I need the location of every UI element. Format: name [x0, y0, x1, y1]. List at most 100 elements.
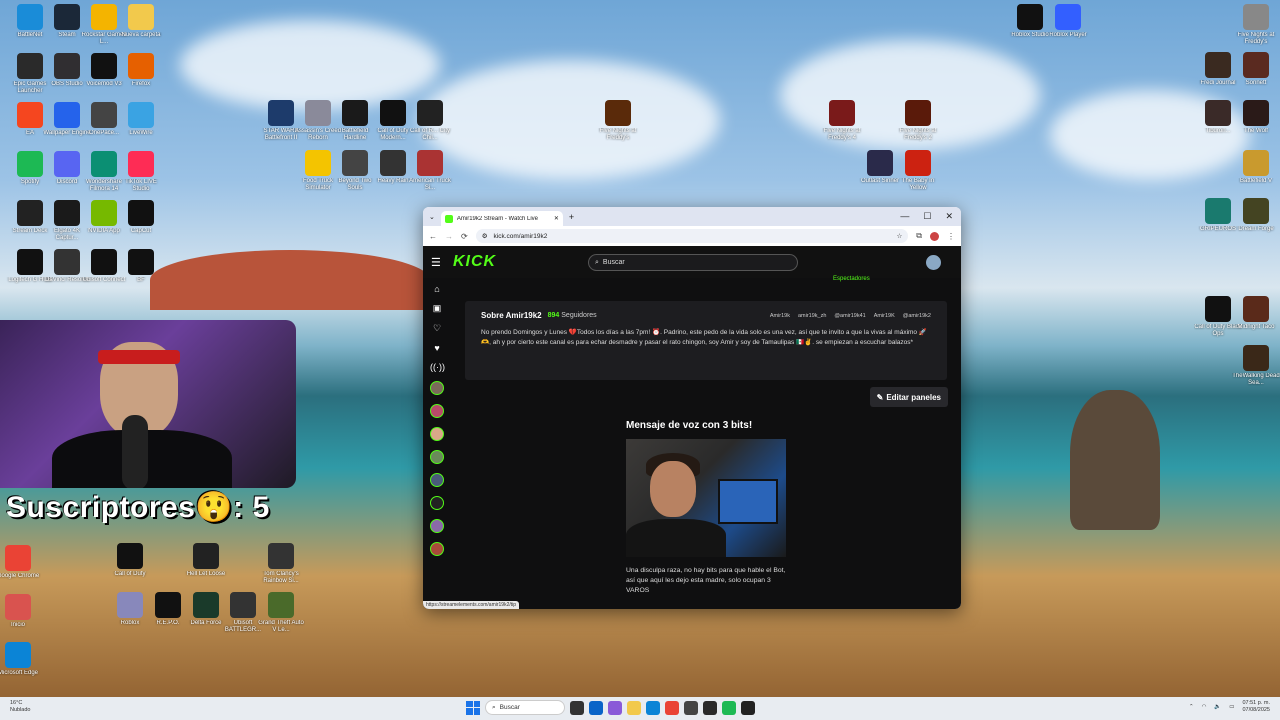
edge-icon[interactable] — [646, 700, 660, 715]
edit-panels-button[interactable]: ✎ Editar paneles — [869, 387, 948, 407]
battery-icon[interactable]: ▭ — [1229, 704, 1234, 710]
new-tab-button[interactable]: + — [569, 212, 574, 222]
desktop-icon[interactable]: The Baby In Yellow — [894, 150, 942, 192]
followed-channel-avatar[interactable] — [430, 542, 444, 556]
tab-menu-icon[interactable]: ⌄ — [429, 213, 435, 221]
kick-search-input[interactable]: ⌕ Buscar — [588, 254, 798, 271]
app-icon — [17, 200, 43, 226]
spotify-icon[interactable] — [722, 700, 736, 715]
desktop-icon[interactable]: Roblox Player — [1044, 4, 1092, 39]
forward-button[interactable]: → — [445, 232, 453, 241]
tab-close-icon[interactable]: ✕ — [554, 215, 559, 222]
maximize-button[interactable]: ☐ — [923, 211, 931, 222]
followed-channel-avatar[interactable] — [430, 381, 444, 395]
desktop-icon[interactable]: Dream Forge — [1232, 198, 1280, 233]
chrome-icon[interactable] — [665, 700, 679, 715]
tray-chevron-icon[interactable]: ⌃ — [1189, 704, 1194, 710]
panel-image[interactable] — [626, 439, 786, 557]
followed-channel-avatar[interactable] — [430, 496, 444, 510]
discord-link[interactable]: Amir19K — [874, 313, 895, 319]
site-info-icon[interactable]: ⚙ — [482, 232, 488, 240]
desktop-icon-label: Sonnett — [1245, 80, 1267, 86]
desktop-icon[interactable]: Microsoft Edge — [0, 642, 42, 677]
bookmark-star-icon[interactable]: ☆ — [896, 232, 902, 240]
search-icon: ⌕ — [492, 703, 496, 711]
volume-icon[interactable]: 🔈 — [1214, 704, 1221, 710]
reload-button[interactable]: ⟳ — [461, 232, 468, 241]
app-icon — [1243, 4, 1269, 30]
outlook-icon[interactable] — [589, 700, 603, 715]
extensions-icon[interactable]: ⧉ — [916, 231, 922, 241]
desktop-icon[interactable]: TikTok LIVE Studio — [117, 151, 165, 193]
desktop-icon[interactable]: Five Nights at Freddy's 4 — [818, 100, 866, 142]
browse-icon[interactable]: ▣ — [430, 303, 444, 314]
desktop-icon[interactable]: Five Nights at Freddy's — [1232, 4, 1280, 46]
url-field[interactable]: ⚙ kick.com/amir19k2 ☆ — [475, 229, 909, 243]
desktop-icon-label: Hell Let Loose — [186, 571, 226, 577]
app-icon — [128, 249, 154, 275]
weather-temp: 16°C — [10, 700, 23, 706]
calculator-icon[interactable] — [684, 700, 698, 715]
desktop-icon[interactable]: BF — [117, 249, 165, 284]
taskbar-search[interactable]: ⌕ Buscar — [485, 700, 565, 715]
desktop-icon[interactable]: Inicio — [0, 594, 42, 629]
followed-channel-avatar[interactable] — [430, 404, 444, 418]
followed-channel-avatar[interactable] — [430, 519, 444, 533]
desktop-icon[interactable]: American Truck Si... — [406, 150, 454, 192]
menu-dots-icon[interactable]: ⋮ — [947, 232, 955, 241]
following-heart-icon[interactable]: ♡ — [430, 323, 444, 334]
instagram-link[interactable]: amir19k_zh — [798, 313, 826, 319]
minimize-button[interactable]: — — [900, 211, 909, 222]
wifi-icon[interactable]: ◠ — [1202, 704, 1207, 710]
browser-tab[interactable]: Amir19k2 Stream - Watch Live ✕ — [440, 211, 563, 226]
app-icon[interactable] — [703, 700, 717, 715]
subscriber-counter: Suscriptores😲: 5 — [6, 490, 270, 525]
desktop-icon[interactable]: CapCut — [117, 200, 165, 235]
desktop-icon[interactable]: Sonnett — [1232, 52, 1280, 87]
close-button[interactable]: ✕ — [945, 211, 953, 222]
desktop-icon[interactable]: Hell Let Loose — [182, 543, 230, 578]
browser-window: ⌄ Amir19k2 Stream - Watch Live ✕ + — ☐ ✕… — [423, 207, 961, 609]
desktop-icon-label: Firefox — [131, 81, 151, 87]
streamer-headband — [98, 350, 180, 364]
desktop-icon[interactable]: Firefox — [117, 53, 165, 88]
terminal-icon[interactable] — [741, 700, 755, 715]
desktop-icon[interactable]: Google Chrome — [0, 545, 42, 580]
kick-favicon-icon — [444, 214, 453, 223]
desktop-icon[interactable]: Five Nights at Freddy's 2 — [894, 100, 942, 142]
back-button[interactable]: ← — [429, 232, 437, 241]
tiktok-link[interactable]: @amir19k2 — [903, 313, 931, 319]
favorites-heart-icon[interactable]: ♥ — [430, 343, 444, 353]
profile-avatar[interactable] — [930, 231, 939, 241]
app-icon — [268, 543, 294, 569]
followed-channel-avatar[interactable] — [430, 450, 444, 464]
copilot-icon[interactable] — [608, 700, 622, 715]
start-button[interactable] — [466, 700, 480, 715]
desktop-icon[interactable]: Midnight Taco — [1232, 296, 1280, 331]
desktop-icon[interactable]: TheWalking Dead Sea... — [1232, 345, 1280, 387]
youtube-link[interactable]: @amir19k41 — [834, 313, 865, 319]
user-avatar[interactable] — [926, 255, 941, 270]
desktop-icon[interactable]: The Wolf — [1232, 100, 1280, 135]
facebook-link[interactable]: Amir19k — [770, 313, 790, 319]
weather-widget[interactable]: 16°C Nublado — [10, 700, 31, 714]
task-view-icon[interactable] — [570, 700, 584, 715]
followed-channel-avatar[interactable] — [430, 473, 444, 487]
kick-logo[interactable]: KICK — [453, 253, 496, 271]
desktop-icon[interactable]: Grand Theft Auto V Le... — [257, 592, 305, 634]
desktop-icon[interactable]: LiveWire — [117, 102, 165, 137]
hamburger-menu-icon[interactable]: ☰ — [431, 256, 449, 269]
file-explorer-icon[interactable] — [627, 700, 641, 715]
desktop-icon[interactable]: Tom Clancy's Rainbow Si... — [257, 543, 305, 585]
desktop-icon[interactable]: Call of Duty — [106, 543, 154, 578]
desktop-icon[interactable]: Call of R... City Chil... — [406, 100, 454, 142]
volcano — [150, 250, 430, 310]
desktop-icon[interactable]: Five Nights at Freddy's — [594, 100, 642, 142]
followed-channel-avatar[interactable] — [430, 427, 444, 441]
viewers-label: Espectadores — [833, 276, 870, 282]
desktop-icon[interactable]: Nueva carpeta — [117, 4, 165, 39]
clock[interactable]: 07:51 p. m. 07/08/2025 — [1242, 700, 1270, 714]
desktop-icon[interactable]: Battlefield V — [1232, 150, 1280, 185]
live-broadcast-icon[interactable]: ((·)) — [430, 362, 445, 372]
home-icon[interactable]: ⌂ — [430, 284, 444, 294]
